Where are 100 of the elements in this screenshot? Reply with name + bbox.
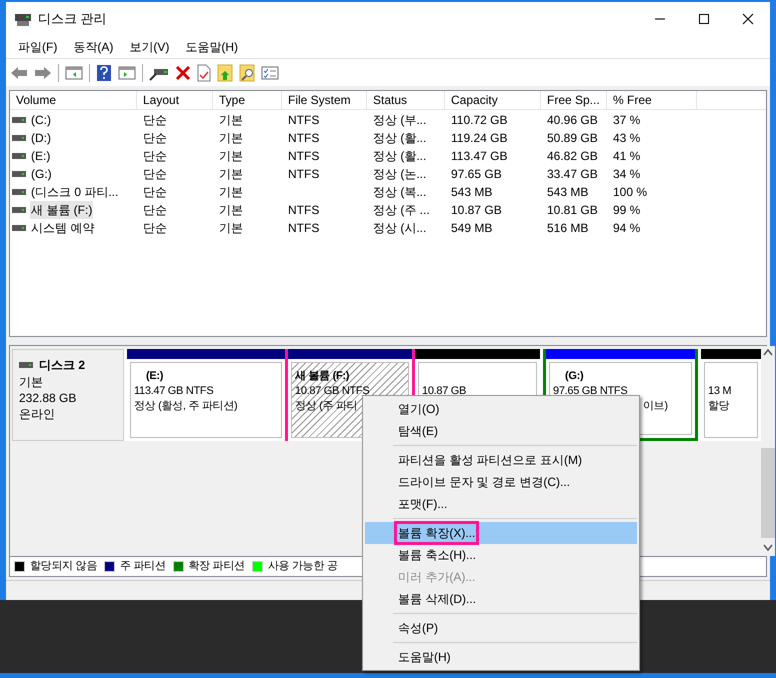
menu-item[interactable]: 볼륨 삭제(D)... — [365, 588, 637, 610]
back-icon[interactable] — [10, 64, 28, 80]
table-cell-text: 119.24 GB — [451, 130, 508, 147]
scroll-thumb[interactable] — [761, 448, 775, 538]
folder-search-icon[interactable] — [239, 64, 255, 82]
drive-label[interactable]: (E:) — [30, 147, 52, 165]
legend-label: 확장 파티션 — [188, 559, 245, 574]
table-cell-text: NTFS — [288, 112, 320, 129]
menu-item[interactable]: 볼륨 확장(X)... — [365, 522, 637, 544]
table-cell-text: 기본 — [219, 148, 243, 165]
drive-icon — [12, 152, 26, 160]
column-header[interactable]: Volume — [10, 91, 137, 109]
partition-size: 13 M — [708, 384, 732, 399]
drive-icon — [19, 361, 33, 369]
table-cell-text: 단순 — [143, 184, 167, 201]
drive-label[interactable]: (C:) — [30, 111, 52, 129]
table-cell-text: 10.81 GB — [547, 202, 598, 219]
scrollbar[interactable] — [761, 346, 775, 556]
table-cell-text: 43 % — [613, 130, 640, 147]
window-title: 디스크 관리 — [38, 10, 107, 28]
table-cell-text: 99 % — [613, 202, 640, 219]
forward-icon[interactable] — [34, 64, 52, 80]
table-cell-text: 50.89 GB — [547, 130, 598, 147]
drive-icon — [12, 134, 26, 142]
table-cell-text: 정상 (활... — [373, 130, 426, 147]
partition-label: (G:) — [564, 369, 584, 384]
checklist-icon[interactable] — [261, 64, 279, 80]
menu-item[interactable]: 보기(V) — [121, 38, 178, 56]
column-header[interactable]: Status — [367, 91, 445, 109]
table-cell-text: 기본 — [219, 166, 243, 183]
table-cell-text: NTFS — [288, 148, 320, 165]
drive-icon — [12, 170, 26, 178]
table-cell-text: NTFS — [288, 202, 320, 219]
drive-icon — [12, 224, 26, 232]
table-cell-text: 40.96 GB — [547, 112, 598, 129]
table-cell-text: 37 % — [613, 112, 640, 129]
table-cell-text: 10.87 GB — [451, 202, 502, 219]
table-cell-text: 단순 — [143, 112, 167, 129]
menu-item[interactable]: 도움말(H) — [365, 646, 637, 668]
menu-item[interactable]: 볼륨 축소(H)... — [365, 544, 637, 566]
table-cell-text: 110.72 GB — [451, 112, 508, 129]
menu-item[interactable]: 도움말(H) — [177, 38, 246, 56]
scroll-down-icon[interactable] — [763, 544, 773, 552]
table-cell-text: 정상 (활... — [373, 148, 426, 165]
table-cell-text: NTFS — [288, 220, 320, 237]
table-cell-text: 33.47 GB — [547, 166, 598, 183]
drive-icon — [12, 206, 26, 214]
table-cell-text: 단순 — [143, 220, 167, 237]
table-cell-text: 단순 — [143, 202, 167, 219]
table-cell-text: 정상 (주 ... — [373, 202, 430, 219]
column-header[interactable]: Free Sp... — [541, 91, 607, 109]
table-cell-text: 113.47 GB — [451, 148, 508, 165]
disk-name: 디스크 2 — [39, 357, 86, 374]
disk-info-text: 온라인 — [19, 406, 56, 422]
delete-icon[interactable] — [175, 64, 191, 80]
action-pane-icon[interactable] — [118, 64, 136, 80]
column-header[interactable]: File System — [282, 91, 367, 109]
drive-icon — [12, 188, 26, 196]
menu-item[interactable]: 드라이브 문자 및 경로 변경(C)... — [365, 471, 637, 493]
help-icon[interactable] — [96, 64, 112, 82]
drive-label[interactable]: 새 볼륨 (F:) — [30, 201, 94, 219]
legend-label: 주 파티션 — [120, 559, 166, 574]
table-cell-text: 기본 — [219, 184, 243, 201]
column-header[interactable]: Type — [213, 91, 282, 109]
table-cell-text: 기본 — [219, 112, 243, 129]
partition-size: 10.87 GB NTFS — [295, 384, 370, 399]
menu-item[interactable]: 포맷(F)... — [365, 493, 637, 515]
table-cell-text: 549 MB — [451, 220, 492, 237]
column-header[interactable]: % Free — [607, 91, 697, 109]
table-cell-text: 정상 (복... — [373, 184, 426, 201]
drive-label[interactable]: (G:) — [30, 165, 53, 183]
maximize-icon[interactable] — [698, 13, 710, 25]
table-cell-text: NTFS — [288, 130, 320, 147]
close-icon[interactable] — [742, 13, 754, 25]
legend-label: 할당되지 않음 — [30, 559, 97, 574]
partition-status: 할당 — [708, 399, 730, 414]
menu-item[interactable]: 파티션을 활성 파티션으로 표시(M) — [365, 449, 637, 471]
console-tree-icon[interactable] — [65, 64, 83, 80]
table-cell-text: 41 % — [613, 148, 640, 165]
column-header[interactable]: Capacity — [445, 91, 541, 109]
menu-item[interactable]: 속성(P) — [365, 617, 637, 639]
folder-up-icon[interactable] — [217, 64, 233, 82]
table-cell-text: 단순 — [143, 166, 167, 183]
checked-document-icon[interactable] — [197, 64, 211, 82]
drive-label[interactable]: (D:) — [30, 129, 52, 147]
table-cell-text: 94 % — [613, 220, 640, 237]
drive-label[interactable]: (디스크 0 파티... — [30, 183, 120, 201]
partition-size: 113.47 GB NTFS — [134, 384, 214, 399]
table-cell-text: 기본 — [219, 130, 243, 147]
partition-size: 10.87 GB — [422, 384, 468, 399]
drive-label[interactable]: 시스템 예약 — [30, 219, 96, 237]
menu-item[interactable]: 파일(F) — [10, 38, 66, 56]
column-header[interactable]: Layout — [137, 91, 213, 109]
table-cell-text: 기본 — [219, 202, 243, 219]
menu-item[interactable]: 동작(A) — [65, 38, 122, 56]
table-cell-text: 100 % — [613, 184, 648, 201]
scroll-up-icon[interactable] — [763, 348, 773, 356]
table-cell-text: 정상 (부... — [373, 112, 426, 129]
partition-size: 97.65 GB NTFS — [553, 384, 628, 399]
table-cell-text: 46.82 GB — [547, 148, 598, 165]
